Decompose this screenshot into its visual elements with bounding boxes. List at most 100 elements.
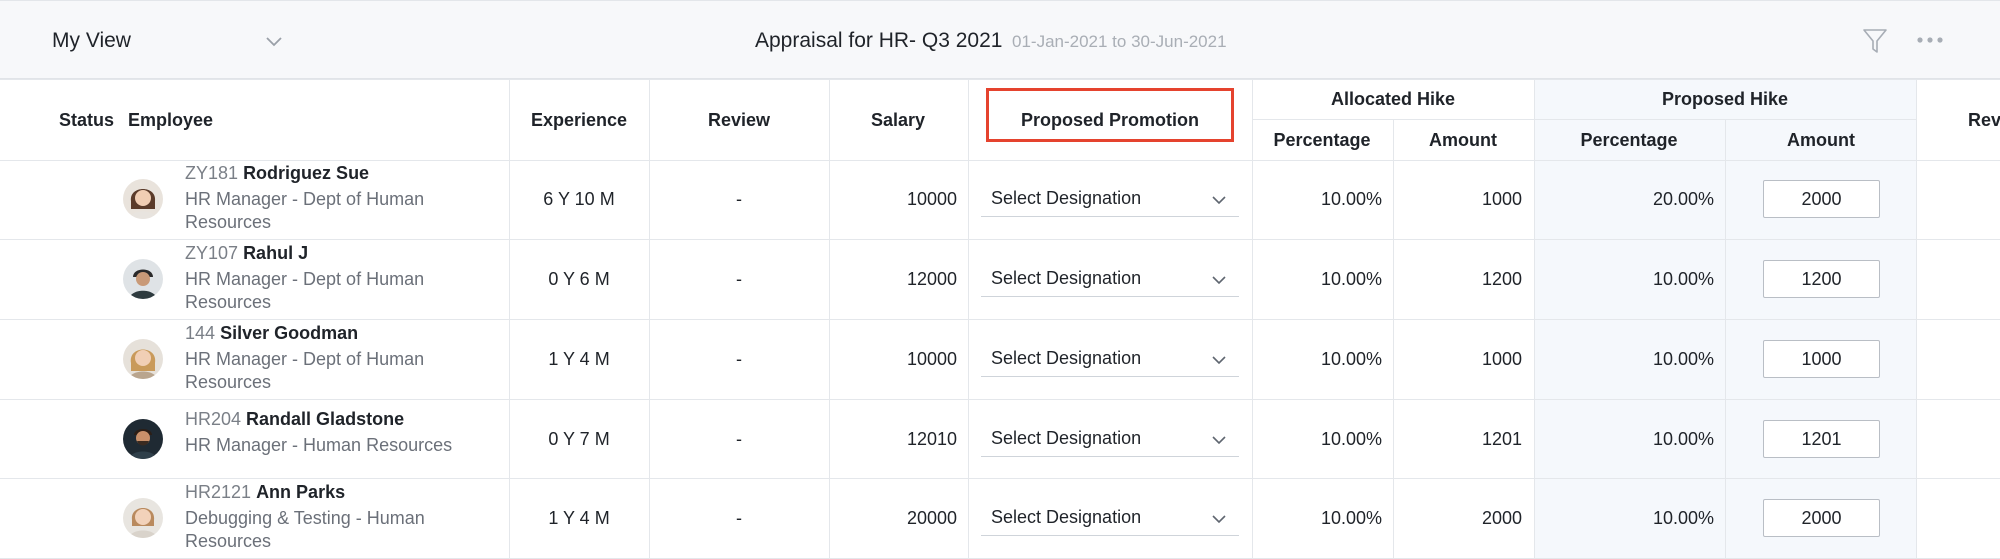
employee-name[interactable]: Randall Gladstone (246, 409, 404, 429)
experience-cell: 6 Y 10 M (543, 189, 615, 209)
column-header-allocated-percentage[interactable]: Percentage (1273, 130, 1370, 151)
allocated-amount-cell: 1000 (1481, 189, 1522, 209)
allocated-percentage-cell: 10.00% (1320, 429, 1382, 449)
proposed-percentage-cell: 10.00% (1652, 508, 1714, 528)
column-divider (968, 79, 969, 559)
row-divider (0, 79, 2000, 80)
column-header-review[interactable]: Review (708, 110, 770, 131)
allocated-amount-cell: 1200 (1481, 269, 1522, 289)
designation-select[interactable]: Select Designation (981, 264, 1239, 297)
designation-select-label: Select Designation (991, 428, 1142, 448)
designation-select[interactable]: Select Designation (981, 344, 1239, 377)
column-divider (1725, 119, 1726, 559)
column-divider (509, 79, 510, 559)
avatar (123, 179, 163, 219)
experience-cell: 0 Y 7 M (548, 429, 610, 449)
review-cell: - (736, 349, 742, 369)
chevron-down-icon (1212, 515, 1226, 524)
employee-name-line: ZY107 Rahul J (185, 243, 308, 264)
allocated-amount-cell: 1000 (1481, 349, 1522, 369)
avatar (123, 498, 163, 538)
allocated-percentage-cell: 10.00% (1320, 189, 1382, 209)
allocated-percentage-cell: 10.00% (1320, 269, 1382, 289)
proposed-percentage-cell: 10.00% (1652, 429, 1714, 449)
salary-cell: 12000 (906, 269, 957, 289)
designation-select[interactable]: Select Designation (981, 424, 1239, 457)
review-cell: - (736, 429, 742, 449)
row-divider (1252, 119, 1916, 120)
salary-cell: 20000 (906, 508, 957, 528)
experience-cell: 0 Y 6 M (548, 269, 610, 289)
employee-name[interactable]: Rodriguez Sue (243, 163, 369, 183)
column-header-allocated-amount[interactable]: Amount (1429, 130, 1497, 151)
chevron-down-icon (1212, 356, 1226, 365)
employee-id: HR2121 (185, 482, 252, 502)
employee-role: HR Manager - Dept of Human Resources (185, 349, 425, 392)
employee-name[interactable]: Rahul J (243, 243, 308, 263)
allocated-percentage-cell: 10.00% (1320, 349, 1382, 369)
row-divider (0, 319, 2000, 320)
column-header-next[interactable]: Rev (1968, 110, 2000, 131)
employee-id: 144 (185, 323, 216, 343)
salary-cell: 12010 (906, 429, 957, 449)
view-selector-label: My View (52, 29, 131, 52)
designation-select-label: Select Designation (991, 348, 1142, 368)
date-range: 01-Jan-2021 to 30-Jun-2021 (1012, 32, 1227, 51)
chevron-down-icon (266, 37, 282, 47)
employee-name[interactable]: Ann Parks (256, 482, 345, 502)
column-divider (1252, 79, 1253, 559)
employee-id: HR204 (185, 409, 242, 429)
experience-cell: 1 Y 4 M (548, 349, 610, 369)
more-options-icon[interactable] (1915, 29, 1945, 51)
employee-id: ZY107 (185, 243, 239, 263)
employee-id: ZY181 (185, 163, 239, 183)
designation-select-label: Select Designation (991, 268, 1142, 288)
column-header-proposed-amount[interactable]: Amount (1787, 130, 1855, 151)
column-header-allocated-hike: Allocated Hike (1330, 89, 1456, 109)
row-divider (0, 160, 2000, 161)
avatar (123, 339, 163, 379)
avatar (123, 259, 163, 299)
chevron-down-icon (1212, 196, 1226, 205)
proposed-percentage-cell: 10.00% (1652, 269, 1714, 289)
designation-select[interactable]: Select Designation (981, 184, 1239, 217)
column-header-proposed-promotion[interactable]: Proposed Promotion (1021, 110, 1199, 131)
avatar (123, 419, 163, 459)
page-title: Appraisal for HR- Q3 2021 (755, 29, 1003, 52)
filter-icon[interactable] (1862, 27, 1888, 55)
chevron-down-icon (1212, 276, 1226, 285)
view-selector[interactable]: My View (52, 23, 292, 59)
employee-name[interactable]: Silver Goodman (220, 323, 358, 343)
proposed-amount-input[interactable] (1763, 420, 1880, 458)
row-divider (0, 239, 2000, 240)
salary-cell: 10000 (906, 349, 957, 369)
allocated-amount-cell: 1201 (1481, 429, 1522, 449)
employee-name-line: HR2121 Ann Parks (185, 482, 345, 503)
appraisal-table: Status Employee Experience Review Salary… (0, 79, 2000, 559)
employee-name-line: ZY181 Rodriguez Sue (185, 163, 369, 184)
column-header-proposed-hike: Proposed Hike (1661, 89, 1789, 109)
column-header-employee[interactable]: Employee (128, 110, 213, 131)
employee-role: HR Manager - Human Resources (185, 435, 453, 455)
salary-cell: 10000 (906, 189, 957, 209)
column-header-salary[interactable]: Salary (871, 110, 925, 131)
designation-select-label: Select Designation (991, 188, 1142, 208)
employee-name-line: HR204 Randall Gladstone (185, 409, 404, 430)
designation-select[interactable]: Select Designation (981, 503, 1239, 536)
column-header-proposed-percentage[interactable]: Percentage (1580, 130, 1677, 151)
allocated-amount-cell: 2000 (1481, 508, 1522, 528)
proposed-amount-input[interactable] (1763, 180, 1880, 218)
column-divider (1534, 79, 1535, 559)
row-divider (0, 399, 2000, 400)
allocated-percentage-cell: 10.00% (1320, 508, 1382, 528)
employee-role: Debugging & Testing - Human Resources (185, 508, 425, 551)
proposed-amount-input[interactable] (1763, 340, 1880, 378)
column-header-status[interactable]: Status (59, 110, 114, 131)
proposed-amount-input[interactable] (1763, 499, 1880, 537)
employee-role: HR Manager - Dept of Human Resources (185, 189, 425, 232)
review-cell: - (736, 508, 742, 528)
proposed-amount-input[interactable] (1763, 260, 1880, 298)
proposed-percentage-cell: 20.00% (1652, 189, 1714, 209)
column-header-experience[interactable]: Experience (531, 110, 627, 131)
top-bar: My View Appraisal for HR- Q3 2021 01-Jan… (0, 0, 2000, 79)
